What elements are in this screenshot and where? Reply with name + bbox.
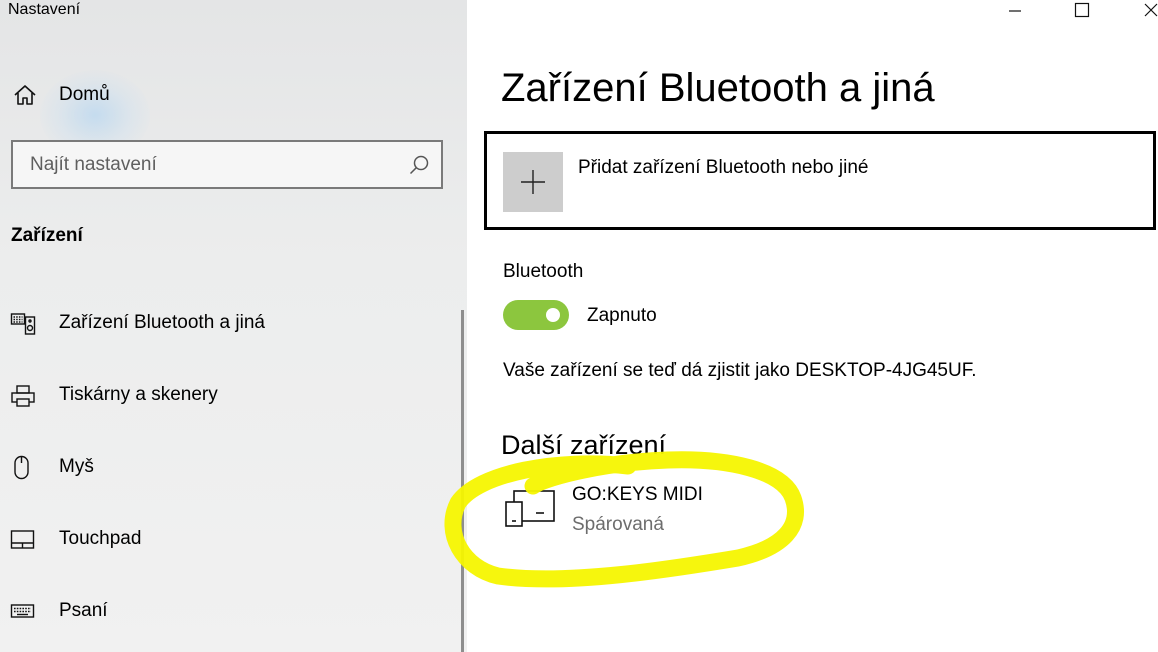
- sidebar-item-label: Myš: [59, 456, 94, 477]
- add-device-button[interactable]: Přidat zařízení Bluetooth nebo jiné: [484, 131, 1156, 230]
- scrollbar[interactable]: [461, 310, 464, 652]
- add-device-label: Přidat zařízení Bluetooth nebo jiné: [578, 157, 869, 178]
- sidebar: Nastavení Domů Zařízení: [0, 0, 467, 652]
- search-box[interactable]: [11, 140, 443, 189]
- search-icon[interactable]: [408, 154, 430, 176]
- sidebar-item-typing[interactable]: Psaní: [0, 586, 460, 638]
- plus-tile: [503, 152, 563, 212]
- touchpad-icon: [10, 527, 36, 553]
- sidebar-item-label: Psaní: [59, 600, 108, 621]
- maximize-button[interactable]: [1059, 0, 1105, 30]
- other-devices-title: Další zařízení: [501, 430, 667, 460]
- sidebar-item-mouse[interactable]: Myš: [0, 442, 460, 494]
- device-status: Spárovaná: [572, 514, 664, 535]
- app-title: Nastavení: [8, 1, 81, 18]
- minimize-icon: [1009, 10, 1021, 12]
- printer-icon: [10, 383, 36, 409]
- device-icon: [504, 488, 556, 528]
- search-input[interactable]: [13, 142, 441, 187]
- sidebar-item-label: Touchpad: [59, 528, 142, 549]
- sidebar-item-bluetooth-devices[interactable]: Zařízení Bluetooth a jiná: [0, 298, 460, 350]
- bluetooth-label: Bluetooth: [503, 261, 584, 282]
- minimize-button[interactable]: [992, 0, 1038, 30]
- home-icon: [13, 83, 37, 107]
- close-icon: [1144, 3, 1158, 17]
- sidebar-item-label: Tiskárny a skenery: [59, 384, 218, 405]
- maximize-icon: [1074, 2, 1090, 18]
- page-title: Zařízení Bluetooth a jiná: [501, 66, 935, 110]
- discoverable-text: Vaše zařízení se teď dá zjistit jako DES…: [503, 360, 977, 381]
- mouse-icon: [10, 455, 36, 481]
- plus-icon: [521, 170, 545, 194]
- toggle-knob: [546, 308, 560, 322]
- device-name: GO:KEYS MIDI: [572, 484, 703, 505]
- keyboard-icon: [10, 599, 36, 625]
- sidebar-item-label: Zařízení Bluetooth a jiná: [59, 312, 265, 333]
- bluetooth-toggle[interactable]: [503, 300, 569, 330]
- bluetooth-devices-icon: [10, 311, 36, 337]
- device-item[interactable]: GO:KEYS MIDI Spárovaná: [500, 480, 800, 546]
- nav-home[interactable]: Domů: [0, 74, 467, 116]
- nav-home-label: Domů: [59, 84, 110, 105]
- bluetooth-state-label: Zapnuto: [587, 305, 657, 326]
- section-title: Zařízení: [11, 225, 83, 246]
- close-button[interactable]: [1128, 0, 1158, 30]
- sidebar-item-touchpad[interactable]: Touchpad: [0, 514, 460, 566]
- sidebar-item-printers[interactable]: Tiskárny a skenery: [0, 370, 460, 422]
